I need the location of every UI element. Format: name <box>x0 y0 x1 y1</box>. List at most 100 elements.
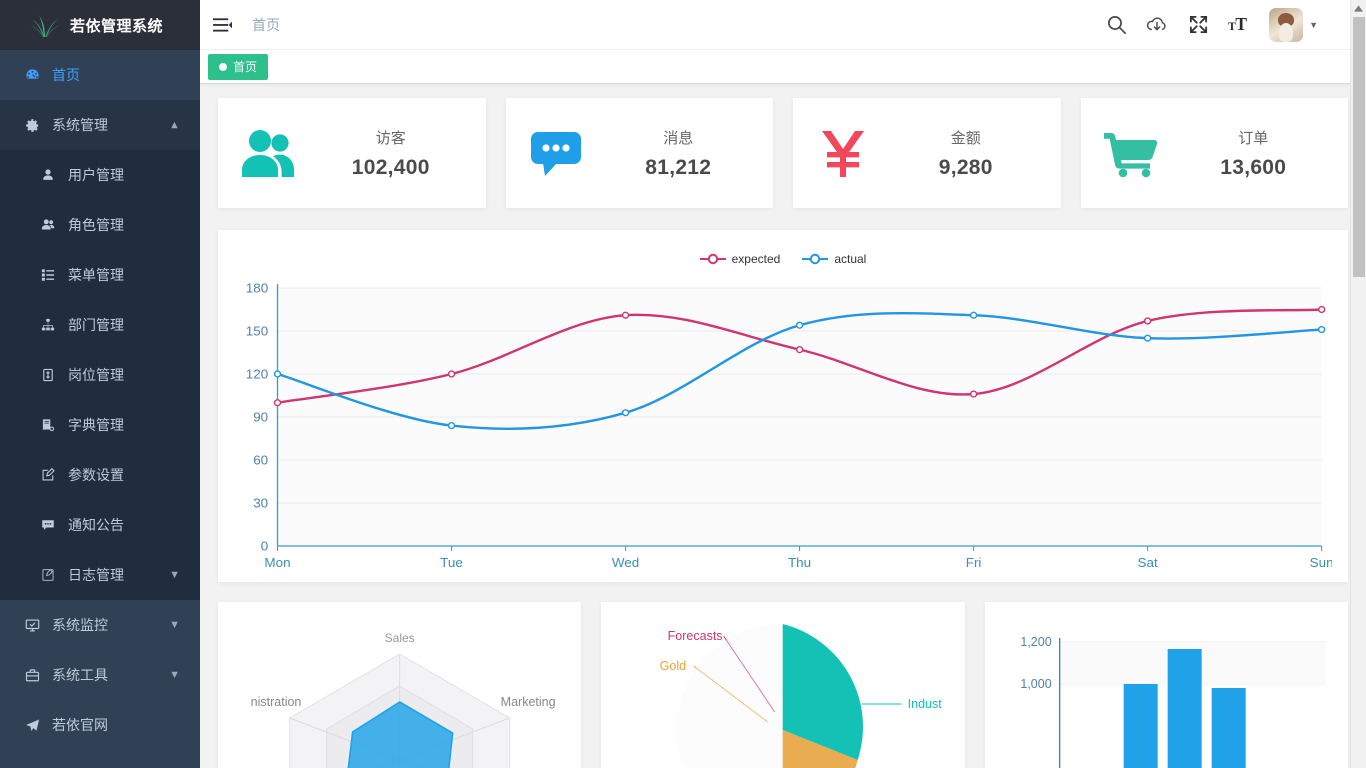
data-point-expected <box>795 346 804 354</box>
y-tick-label: 0 <box>261 539 268 554</box>
radar-chart-svg: Sales nistration Marketing <box>251 631 556 768</box>
bar-1 <box>1123 684 1158 768</box>
legend-marker-expected <box>699 253 726 265</box>
sidebar-item-notice-announcement[interactable]: 通知公告 <box>0 500 200 550</box>
x-tick-label: Sat <box>1138 555 1159 570</box>
dashboard-icon <box>20 68 44 83</box>
sidebar-item-label: 系统工具 <box>52 667 108 683</box>
app-root: 若依管理系统 首页 系统管理 ▼ 用户管理 角色管理 菜单管理 部门管理 岗位管… <box>0 0 1366 768</box>
panel-group: 访客 102,400 消息 81,212 金额 9,280 订单 13,600 <box>218 98 1348 208</box>
message-icon <box>506 128 606 178</box>
fullscreen-icon[interactable] <box>1187 14 1209 36</box>
sidebar-item-department-management[interactable]: 部门管理 <box>0 300 200 350</box>
comment-icon <box>36 518 60 532</box>
sidebar-item-parameter-settings[interactable]: 参数设置 <box>0 450 200 500</box>
navbar-right-tools: T T ▼ <box>1105 0 1366 50</box>
font-size-icon[interactable]: T T <box>1228 14 1250 36</box>
pie-label-industries: Indust <box>908 697 943 711</box>
navbar: 首页 T T ▼ <box>200 0 1366 50</box>
x-tick-label: Sun <box>1310 555 1332 570</box>
scrollbar-thumb[interactable] <box>1353 17 1365 277</box>
sidebar-item-system-tools[interactable]: 系统工具 ▼ <box>0 650 200 700</box>
post-icon <box>36 368 60 382</box>
line-chart-card: expected actual 0 30 60 90 120 150 180 Mon Tue We… <box>218 230 1348 582</box>
pie-chart-card[interactable]: Forecasts Gold Indust <box>601 602 965 768</box>
menu-list-icon <box>36 268 60 282</box>
panel-card-visitors[interactable]: 访客 102,400 <box>218 98 486 208</box>
sidebar-item-user-management[interactable]: 用户管理 <box>0 150 200 200</box>
chevron-down-icon: ▼ <box>169 619 180 631</box>
sidebar-menu: 首页 系统管理 ▼ 用户管理 角色管理 菜单管理 部门管理 岗位管理 字典管理 … <box>0 50 200 750</box>
radar-label-administration: nistration <box>251 695 302 709</box>
pie-label-forecasts: Forecasts <box>668 629 723 643</box>
tag-active-dot <box>219 62 227 71</box>
sidebar-item-log-management[interactable]: 日志管理 ▼ <box>0 550 200 600</box>
data-point-expected <box>621 311 630 319</box>
sidebar-item-dictionary-management[interactable]: 字典管理 <box>0 400 200 450</box>
search-icon[interactable] <box>1105 14 1127 36</box>
panel-card-amount[interactable]: 金额 9,280 <box>793 98 1061 208</box>
legend-label-expected: expected <box>731 252 781 266</box>
sidebar-item-label: 参数设置 <box>68 467 124 483</box>
data-point-expected <box>1143 317 1152 325</box>
x-tick-label: Tue <box>440 555 463 570</box>
book-icon <box>36 418 60 432</box>
sidebar-item-official-website[interactable]: 若依官网 <box>0 700 200 750</box>
avatar-menu[interactable]: ▼ <box>1269 7 1318 42</box>
sidebar-logo[interactable]: 若依管理系统 <box>0 0 200 50</box>
bar-2 <box>1167 649 1202 768</box>
people-icon <box>218 127 318 179</box>
sidebar-item-role-management[interactable]: 角色管理 <box>0 200 200 250</box>
gear-icon <box>20 118 44 133</box>
send-icon <box>20 718 44 733</box>
data-point-expected <box>1317 305 1326 314</box>
sidebar-item-home[interactable]: 首页 <box>0 50 200 100</box>
sidebar-submenu-system: 用户管理 角色管理 菜单管理 部门管理 岗位管理 字典管理 参数设置 通知公告 … <box>0 150 200 600</box>
pie-slice-rest <box>677 624 783 768</box>
y-tick-label: 180 <box>246 281 268 296</box>
y-tick-label: 30 <box>253 496 268 511</box>
leaf-logo-icon <box>30 12 60 38</box>
panel-value: 81,212 <box>645 155 712 179</box>
bar-chart-svg: 1,200 1,000 <box>1020 635 1326 768</box>
panel-value: 9,280 <box>938 155 993 179</box>
cloud-download-icon[interactable] <box>1146 14 1168 36</box>
bottom-chart-row: Sales nistration Marketing Forecasts Gol… <box>218 602 1348 768</box>
line-chart-plot[interactable]: 0 30 60 90 120 150 180 Mon Tue Wed Thu Fri Sat Sun <box>234 274 1334 574</box>
sidebar-item-system-monitor[interactable]: 系统监控 ▼ <box>0 600 200 650</box>
page-scrollbar[interactable] <box>1350 0 1366 768</box>
bar-ytick-1200: 1,200 <box>1020 635 1051 649</box>
avatar <box>1269 7 1304 42</box>
bar-3 <box>1211 688 1246 768</box>
sidebar-item-label: 部门管理 <box>68 317 124 333</box>
radar-chart-card[interactable]: Sales nistration Marketing <box>218 602 582 768</box>
bar-chart-card[interactable]: 1,200 1,000 <box>984 602 1348 768</box>
panel-text: 消息 81,212 <box>606 127 774 180</box>
panel-card-orders[interactable]: 订单 13,600 <box>1080 98 1348 208</box>
sidebar-item-system-management[interactable]: 系统管理 ▼ <box>0 100 200 150</box>
data-point-expected <box>273 399 282 407</box>
legend-item-actual[interactable]: actual <box>802 252 866 266</box>
legend-item-expected[interactable]: expected <box>699 252 781 266</box>
sidebar-item-label: 字典管理 <box>68 417 124 433</box>
radar-label-sales: Sales <box>385 631 415 645</box>
scroll-up-arrow-icon[interactable] <box>1351 0 1366 17</box>
data-point-actual <box>1143 334 1152 342</box>
bar-ytick-1000: 1,000 <box>1020 677 1051 691</box>
sidebar-item-label: 角色管理 <box>68 217 124 233</box>
yen-icon <box>793 127 893 179</box>
panel-label: 消息 <box>663 129 694 147</box>
sidebar-item-label: 菜单管理 <box>68 267 124 283</box>
tag-home[interactable]: 首页 <box>208 53 269 80</box>
tags-view: 首页 <box>200 50 1366 84</box>
x-tick-label: Thu <box>788 555 811 570</box>
panel-card-messages[interactable]: 消息 81,212 <box>505 98 774 208</box>
svg-text:T: T <box>1235 14 1247 34</box>
breadcrumb[interactable]: 首页 <box>244 15 280 35</box>
sitemap-icon <box>36 318 60 332</box>
sidebar-item-label: 日志管理 <box>68 567 124 583</box>
sidebar-item-menu-management[interactable]: 菜单管理 <box>0 250 200 300</box>
sidebar-item-post-management[interactable]: 岗位管理 <box>0 350 200 400</box>
y-tick-label: 60 <box>253 453 268 468</box>
hamburger-collapse-icon[interactable] <box>200 0 244 50</box>
